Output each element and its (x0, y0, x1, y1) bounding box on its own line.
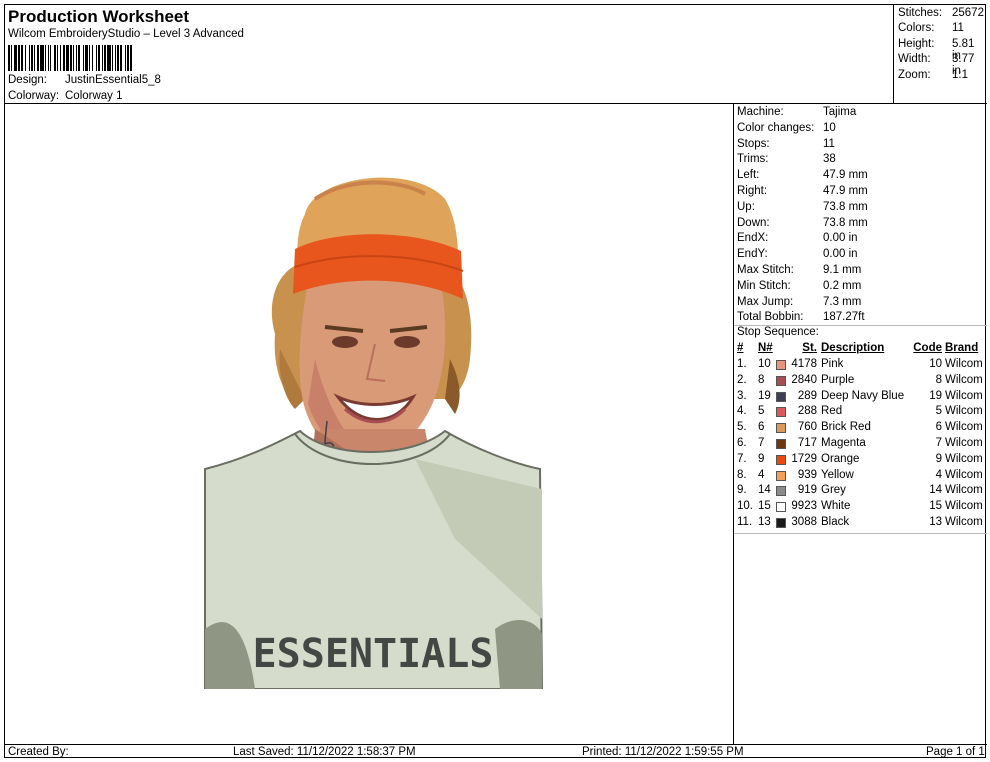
info-row: Stops: 11 (737, 137, 835, 150)
thread-color-swatch (776, 375, 786, 386)
worksheet-footer: Created By: Last Saved: 11/12/2022 1:58:… (5, 744, 987, 759)
stop-sequence-row: 6. 7 717 Magenta 7 Wilcom (737, 437, 983, 449)
stop-sequence-row: 11. 13 3088 Black 13 Wilcom (737, 516, 983, 528)
colorway-name: Colorway 1 (65, 90, 123, 102)
last-saved: Last Saved: 11/12/2022 1:58:37 PM (233, 746, 416, 758)
design-name: JustinEssential5_8 (65, 74, 161, 86)
info-row: EndX: 0.00 in (737, 232, 858, 245)
shirt-lettering: ESSENTIALS (253, 631, 494, 677)
stop-sequence-header: # N# St. Description Code Brand (737, 342, 979, 354)
stop-sequence-row: 2. 8 2840 Purple 8 Wilcom (737, 373, 983, 386)
info-row: Left: 47.9 mm (737, 169, 868, 182)
software-name: Wilcom EmbroideryStudio – Level 3 Advanc… (8, 28, 244, 40)
stop-sequence-row: 9. 14 919 Grey 14 Wilcom (737, 484, 983, 497)
info-row: Right: 47.9 mm (737, 185, 868, 197)
stop-sequence-row: 7. 9 1729 Orange 9 Wilcom (737, 452, 983, 465)
info-row: Max Jump: 7.3 mm (737, 295, 862, 308)
info-row: Down: 73.8 mm (737, 216, 868, 229)
info-row: Color changes: 10 (737, 121, 836, 134)
stat-width: Width: 3.77 in (898, 53, 975, 77)
stat-zoom: Zoom: 1:1 (898, 69, 968, 81)
stat-colors: Colors: 11 (898, 22, 964, 34)
info-row: EndY: 0.00 in (737, 248, 858, 261)
info-row: Up: 73.8 mm (737, 200, 868, 213)
thread-color-swatch (776, 518, 786, 528)
worksheet-page: Production Worksheet Wilcom EmbroiderySt… (4, 4, 987, 759)
printed-date: Printed: 11/12/2022 1:59:55 PM (582, 746, 744, 758)
created-by: Created By: (8, 746, 69, 758)
stat-height: Height: 5.81 in (898, 38, 975, 62)
thread-color-swatch (776, 502, 786, 513)
colorway-label: Colorway: (8, 90, 60, 102)
barcode-bar (131, 45, 134, 71)
info-row: Trims: 38 (737, 153, 836, 166)
worksheet-header: Production Worksheet Wilcom EmbroiderySt… (5, 5, 894, 104)
design-stats: Stitches: 25672 Colors: 11 Height: 5.81 in … (894, 5, 987, 104)
stop-sequence-title: Stop Sequence: (737, 326, 819, 338)
info-row: Min Stitch: 0.2 mm (737, 279, 862, 292)
machine-info-panel: Machine: Tajima Color changes: 10 Stops:… (734, 104, 987, 744)
info-row: Max Stitch: 9.1 mm (737, 264, 862, 276)
thread-color-swatch (776, 391, 786, 402)
info-row: Machine: Tajima (737, 106, 857, 118)
thread-color-swatch (776, 439, 786, 449)
thread-color-swatch (776, 423, 786, 434)
thread-color-swatch (776, 486, 786, 497)
panel-divider (734, 533, 987, 534)
stat-stitches: Stitches: 25672 (898, 7, 984, 19)
stop-sequence-row: 5. 6 760 Brick Red 6 Wilcom (737, 421, 983, 434)
design-label: Design: (8, 74, 47, 86)
design-preview: ESSENTIALS (5, 104, 734, 744)
stop-sequence-row: 4. 5 288 Red 5 Wilcom (737, 405, 983, 418)
stop-sequence-row: 3. 19 289 Deep Navy Blue 19 Wilcom (737, 389, 983, 402)
page-number: Page 1 of 1 (926, 746, 985, 758)
thread-color-swatch (776, 454, 786, 465)
thread-color-swatch (776, 470, 786, 481)
stop-sequence-row: 8. 4 939 Yellow 4 Wilcom (737, 468, 983, 481)
barcode-image (8, 45, 258, 71)
stop-sequence-row: 1. 10 4178 Pink 10 Wilcom (737, 358, 983, 370)
stop-sequence-row: 10. 15 9923 White 15 Wilcom (737, 500, 983, 513)
embroidery-design-image: ESSENTIALS (204, 177, 544, 689)
thread-color-swatch (776, 360, 786, 370)
page-title: Production Worksheet (8, 7, 190, 26)
thread-color-swatch (776, 407, 786, 418)
